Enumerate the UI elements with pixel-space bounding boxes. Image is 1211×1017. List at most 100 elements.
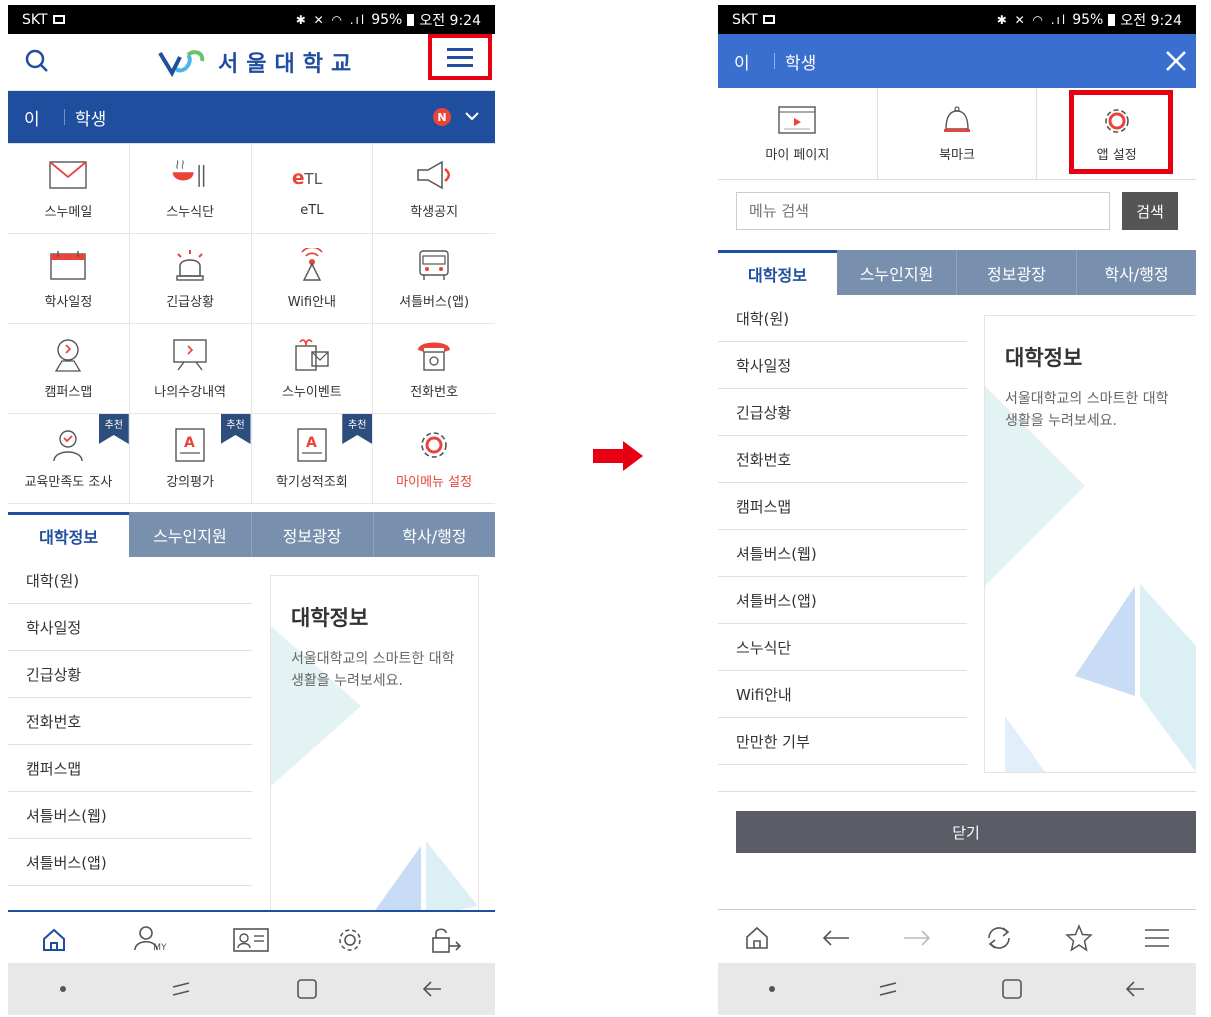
list-item[interactable]: 전화번호 xyxy=(718,436,967,483)
chevron-down-icon[interactable] xyxy=(465,111,479,121)
home-icon[interactable] xyxy=(41,927,67,953)
etl-icon: e TL xyxy=(292,159,332,195)
home-key-icon[interactable] xyxy=(296,978,318,1000)
map-pin-icon xyxy=(48,337,88,373)
recommend-badge: 추천 xyxy=(342,414,373,444)
gear-icon xyxy=(414,427,454,463)
calendar-icon xyxy=(48,247,88,283)
refresh-icon[interactable] xyxy=(984,924,1014,952)
search-icon[interactable] xyxy=(24,48,50,74)
app-settings-button[interactable]: 앱 설정 xyxy=(1037,88,1196,179)
quick-menu-item[interactable]: 스누이벤트 xyxy=(251,324,374,414)
battery-icon xyxy=(407,13,415,26)
list-item[interactable]: 전화번호 xyxy=(8,698,252,745)
list-item[interactable]: 만만한 기부 xyxy=(718,718,967,765)
my-page-icon xyxy=(778,106,817,134)
search-button[interactable]: 검색 xyxy=(1122,192,1178,230)
list-item[interactable]: 긴급상황 xyxy=(8,651,252,698)
settings-icon[interactable] xyxy=(336,926,364,954)
tab-1[interactable]: 대학정보 xyxy=(718,250,837,295)
right-screen: SKT ✱ ✕ ◠ .ıl 95% 오전 9:24 이 학생 마이 페이지 북마… xyxy=(718,5,1196,1015)
list-item[interactable]: 캠퍼스맵 xyxy=(8,745,252,792)
dot-icon[interactable] xyxy=(768,986,775,992)
carrier-label: SKT xyxy=(22,11,48,28)
info-card: 대학정보 서울대학교의 스마트한 대학생활을 누려보세요. xyxy=(270,575,479,917)
close-icon[interactable] xyxy=(1164,49,1188,73)
quick-menu-item[interactable]: 학생공지 xyxy=(373,144,495,234)
quick-menu-item[interactable]: 전화번호 xyxy=(373,324,495,414)
list-item[interactable]: 학사일정 xyxy=(8,604,252,651)
user-bar[interactable]: 이 학생 N xyxy=(8,91,495,143)
quick-menu-label: 학기성적조회 xyxy=(275,475,348,490)
carrier-label: SKT xyxy=(732,11,758,28)
back-key-icon[interactable] xyxy=(1124,979,1146,999)
list-item[interactable]: Wifi안내 xyxy=(718,671,967,718)
quick-menu-item[interactable]: 학사일정 xyxy=(8,234,130,324)
user-name: 이 xyxy=(24,109,40,130)
quick-menu-item[interactable]: 스누식단 xyxy=(129,144,252,234)
quick-menu-label: 마이메뉴 설정 xyxy=(396,475,473,490)
quick-menu-item[interactable]: 캠퍼스맵 xyxy=(8,324,130,414)
tab-1[interactable]: 대학정보 xyxy=(8,512,130,557)
list-item[interactable]: 셔틀버스(웹) xyxy=(8,792,252,839)
bookmark-button[interactable]: 북마크 xyxy=(878,88,1038,179)
menu-button[interactable] xyxy=(428,34,492,80)
notification-badge[interactable]: N xyxy=(433,108,451,126)
quick-menu-item[interactable]: Wifi안내 xyxy=(251,234,374,324)
battery-level: 95% xyxy=(371,11,403,28)
quick-menu-label: 스누식단 xyxy=(166,205,215,220)
quick-menu-item[interactable]: e TL eTL xyxy=(251,144,374,234)
list-item[interactable]: 스누식단 xyxy=(718,624,967,671)
system-nav-bar xyxy=(718,963,1196,1015)
quick-menu-item[interactable]: 나의수강내역 xyxy=(129,324,252,414)
quick-menu-item[interactable]: 긴급상황 xyxy=(129,234,252,324)
back-key-icon[interactable] xyxy=(421,979,443,999)
quick-menu-item[interactable]: 추천 교육만족도 조사 xyxy=(8,414,130,504)
my-icon[interactable]: MY xyxy=(133,925,167,955)
recent-apps-icon[interactable] xyxy=(169,979,193,999)
quick-menu-label: 캠퍼스맵 xyxy=(44,385,93,400)
list-item[interactable]: 학사일정 xyxy=(718,342,967,389)
list-item[interactable]: 긴급상황 xyxy=(718,389,967,436)
bell-icon xyxy=(944,106,970,132)
recent-apps-icon[interactable] xyxy=(876,979,900,999)
back-icon[interactable] xyxy=(821,928,851,948)
decorative-triangles-icon xyxy=(985,386,1196,772)
menu-icon[interactable] xyxy=(1144,927,1170,949)
quick-menu-item[interactable]: 추천 A 학기성적조회 xyxy=(251,414,374,504)
quick-menu-item[interactable]: 스누메일 xyxy=(8,144,130,234)
left-screen: SKT ✱ ✕ ◠ .ıl 95% 오전 9:24 서울대학교 이 학생 N 스… xyxy=(8,5,495,1015)
forward-icon[interactable] xyxy=(902,928,932,948)
menu-search-input[interactable] xyxy=(736,192,1110,230)
close-button[interactable]: 닫기 xyxy=(736,811,1196,853)
list-item[interactable]: 캠퍼스맵 xyxy=(718,483,967,530)
logout-icon[interactable] xyxy=(430,926,462,954)
tab-3[interactable]: 정보광장 xyxy=(957,250,1077,295)
tab-4[interactable]: 학사/행정 xyxy=(1077,250,1196,295)
list-item[interactable]: 셔틀버스(앱) xyxy=(718,577,967,624)
status-bar: SKT ✱ ✕ ◠ .ıl 95% 오전 9:24 xyxy=(8,5,495,34)
snu-logo-icon xyxy=(158,50,205,77)
id-card-icon[interactable] xyxy=(233,927,270,953)
tab-2[interactable]: 스누인지원 xyxy=(837,250,957,295)
star-icon[interactable] xyxy=(1065,924,1093,952)
browser-nav xyxy=(718,909,1196,966)
app-header: 서울대학교 xyxy=(8,34,495,91)
list-item[interactable]: 셔틀버스(앱) xyxy=(8,839,252,886)
phone-icon xyxy=(414,337,454,373)
hamburger-icon xyxy=(447,43,473,72)
tab-2[interactable]: 스누인지원 xyxy=(129,512,252,557)
quick-menu-item[interactable]: 셔틀버스(앱) xyxy=(373,234,495,324)
quick-menu-item[interactable]: 마이메뉴 설정 xyxy=(373,414,495,504)
quick-menu-item[interactable]: 추천 A 강의평가 xyxy=(129,414,252,504)
category-list: 대학(원) 학사일정 긴급상황 전화번호 캠퍼스맵 셔틀버스(웹) 셔틀버스(앱) 스누식단 W… xyxy=(718,295,967,765)
list-item[interactable]: 셔틀버스(웹) xyxy=(718,530,967,577)
list-item[interactable]: 대학(원) xyxy=(8,557,252,604)
tab-3[interactable]: 정보광장 xyxy=(251,512,374,557)
tab-4[interactable]: 학사/행정 xyxy=(373,512,495,557)
home-key-icon[interactable] xyxy=(1001,978,1023,1000)
home-icon[interactable] xyxy=(744,925,770,951)
list-item[interactable]: 대학(원) xyxy=(718,295,967,342)
dot-icon[interactable] xyxy=(59,986,66,992)
my-page-button[interactable]: 마이 페이지 xyxy=(718,88,878,179)
